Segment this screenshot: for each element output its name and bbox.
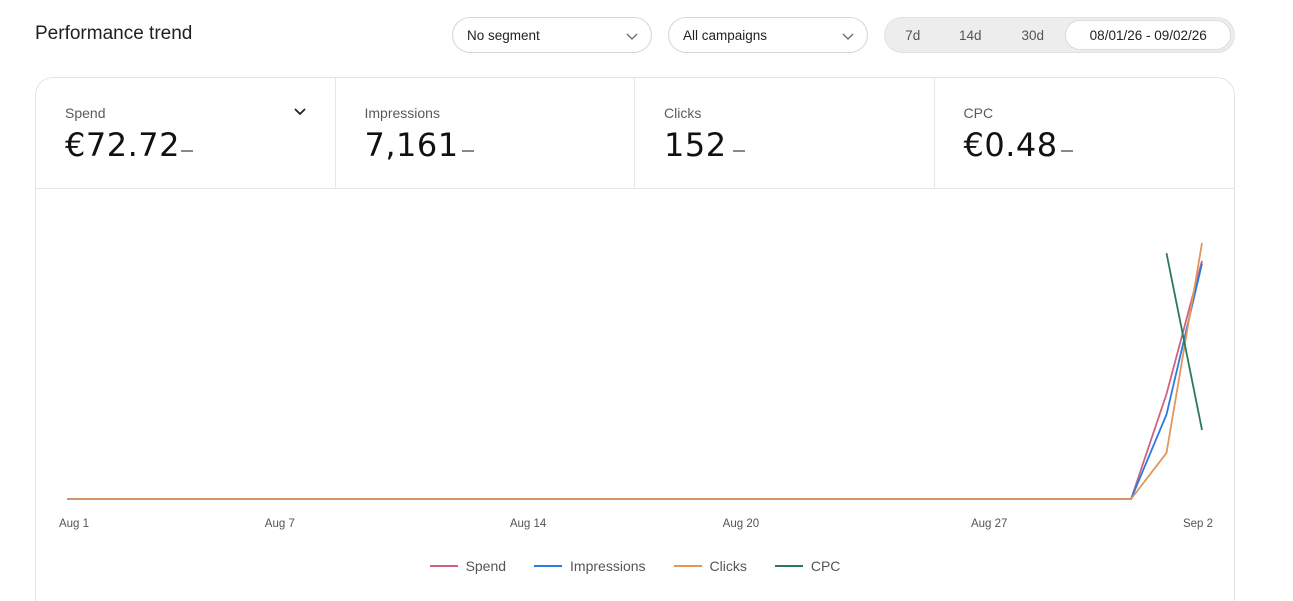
legend-swatch bbox=[429, 565, 458, 567]
legend-label: CPC bbox=[810, 558, 841, 574]
x-tick-label: Aug 27 bbox=[971, 518, 1007, 530]
x-tick-label: Aug 14 bbox=[510, 518, 547, 530]
legend-swatch bbox=[774, 565, 803, 567]
range-30d-button[interactable]: 30d bbox=[1003, 20, 1062, 50]
segment-select-value: No segment bbox=[467, 27, 540, 43]
trend-chart: Aug 1 Aug 7 Aug 14 Aug 20 Aug 27 Sep 2 bbox=[59, 242, 1213, 530]
page-title: Performance trend bbox=[35, 23, 193, 44]
range-14d-button[interactable]: 14d bbox=[938, 20, 1003, 50]
legend-item-clicks[interactable]: Clicks bbox=[673, 558, 747, 574]
legend-item-impressions[interactable]: Impressions bbox=[534, 558, 646, 574]
series-line-spend bbox=[67, 260, 1203, 500]
campaign-select-value: All campaigns bbox=[683, 27, 768, 43]
series-line-clicks bbox=[67, 242, 1203, 500]
chart-legend: Spend Impressions Clicks CPC bbox=[36, 558, 1234, 574]
legend-swatch bbox=[534, 565, 563, 567]
custom-range-button[interactable]: 08/01/26 - 09/02/26 bbox=[1065, 20, 1231, 50]
legend-swatch bbox=[673, 565, 702, 567]
legend-item-cpc[interactable]: CPC bbox=[774, 558, 841, 574]
performance-card: Spend €72.72 Impressions 7,161 Clicks 15… bbox=[35, 77, 1235, 601]
legend-label: Impressions bbox=[570, 558, 646, 574]
x-tick-label: Sep 2 bbox=[1183, 518, 1213, 530]
x-tick-label: Aug 1 bbox=[59, 518, 89, 530]
campaign-select[interactable]: All campaigns bbox=[668, 17, 868, 53]
series-line-impressions bbox=[67, 263, 1203, 500]
range-7d-button[interactable]: 7d bbox=[888, 20, 938, 50]
segment-select[interactable]: No segment bbox=[452, 17, 652, 53]
legend-item-spend[interactable]: Spend bbox=[429, 558, 507, 574]
x-tick-label: Aug 7 bbox=[265, 518, 295, 530]
chevron-down-icon bbox=[842, 33, 854, 40]
x-tick-label: Aug 20 bbox=[723, 518, 759, 530]
legend-label: Spend bbox=[465, 558, 507, 574]
date-range-toggle: 7d 14d 30d 08/01/26 - 09/02/26 bbox=[884, 17, 1235, 53]
chevron-down-icon bbox=[626, 33, 638, 40]
legend-label: Clicks bbox=[709, 558, 747, 574]
